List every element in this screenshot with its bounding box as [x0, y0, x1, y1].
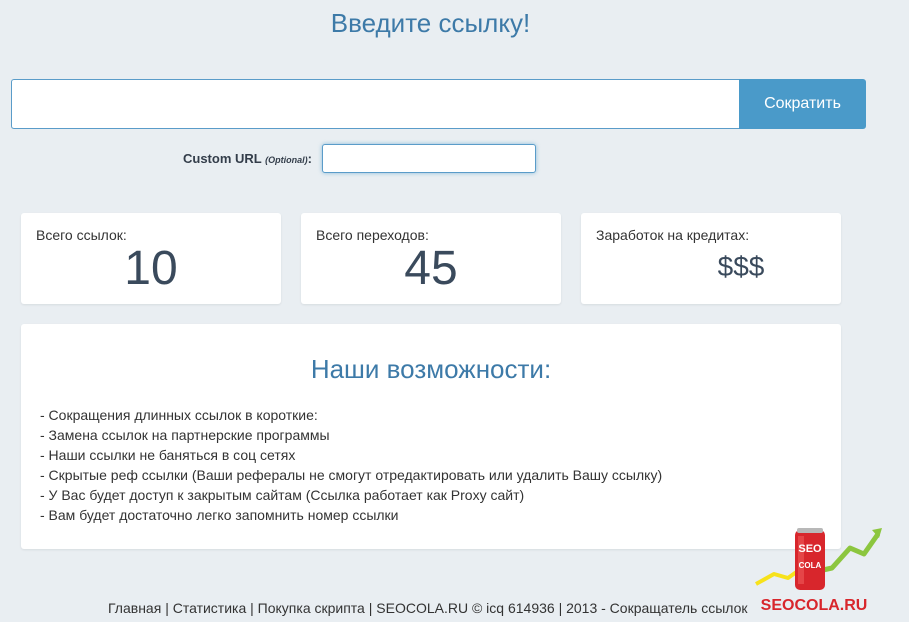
feature-item: - Наши ссылки не баняться в соц сетях	[40, 447, 296, 463]
footer-separator: |	[368, 600, 373, 616]
feature-item: - У Вас будет доступ к закрытым сайтам (…	[40, 487, 525, 503]
feature-item: - Вам будет достаточно легко запомнить н…	[40, 507, 399, 523]
can-text-cola: COLA	[799, 561, 822, 570]
logo-brand-text: SEOCOLA.RU	[761, 597, 868, 614]
footer: Главная | Статистика | Покупка скрипта |…	[108, 600, 748, 616]
footer-link-stats[interactable]: Статистика	[173, 600, 247, 616]
cola-can-icon: SEO COLA	[795, 528, 825, 590]
footer-credits: SEOCOLA.RU © icq 614936 | 2013 - Сокраща…	[376, 600, 748, 616]
custom-url-input[interactable]	[321, 144, 536, 173]
shorten-form: Сократить	[11, 79, 866, 129]
page-title: Введите ссылку!	[330, 8, 531, 38]
stat-value-links: 10	[124, 242, 178, 295]
optional-note: (Optional)	[265, 155, 308, 165]
stat-value-clicks: 45	[404, 242, 458, 295]
stat-label-earnings: Заработок на кредитах:	[596, 227, 750, 243]
feature-item: - Замена ссылок на партнерские программы	[40, 427, 330, 443]
footer-separator: |	[250, 600, 254, 616]
feature-item: - Скрытые реф ссылки (Ваши рефералы не с…	[40, 467, 663, 483]
custom-url-label-text: Custom URL	[183, 151, 262, 166]
feature-item: - Сокращения длинных ссылок в короткие:	[40, 407, 318, 423]
shorten-button[interactable]: Сократить	[739, 79, 866, 129]
url-input[interactable]	[11, 79, 739, 129]
features-heading: Наши возможности:	[310, 354, 552, 384]
can-text-seo: SEO	[798, 543, 822, 555]
stat-card-earnings: Заработок на кредитах: $$$	[581, 213, 841, 304]
seocola-logo: SEO COLA SEOCOLA.RU	[755, 528, 882, 614]
footer-link-buy-script[interactable]: Покупка скрипта	[258, 600, 365, 616]
features-panel: Наши возможности: - Сокращения длинных с…	[21, 324, 841, 549]
footer-link-home[interactable]: Главная	[108, 600, 161, 616]
footer-separator: |	[165, 600, 169, 616]
stat-card-clicks: Всего переходов: 45	[301, 213, 561, 304]
stat-value-earnings: $$$	[717, 251, 765, 282]
custom-url-colon: :	[307, 151, 312, 166]
custom-url-row: Custom URL (Optional):	[183, 144, 536, 173]
features-list: - Сокращения длинных ссылок в короткие: …	[40, 405, 662, 525]
custom-url-label: Custom URL (Optional):	[183, 151, 312, 166]
stat-card-links: Всего ссылок: 10	[21, 213, 281, 304]
